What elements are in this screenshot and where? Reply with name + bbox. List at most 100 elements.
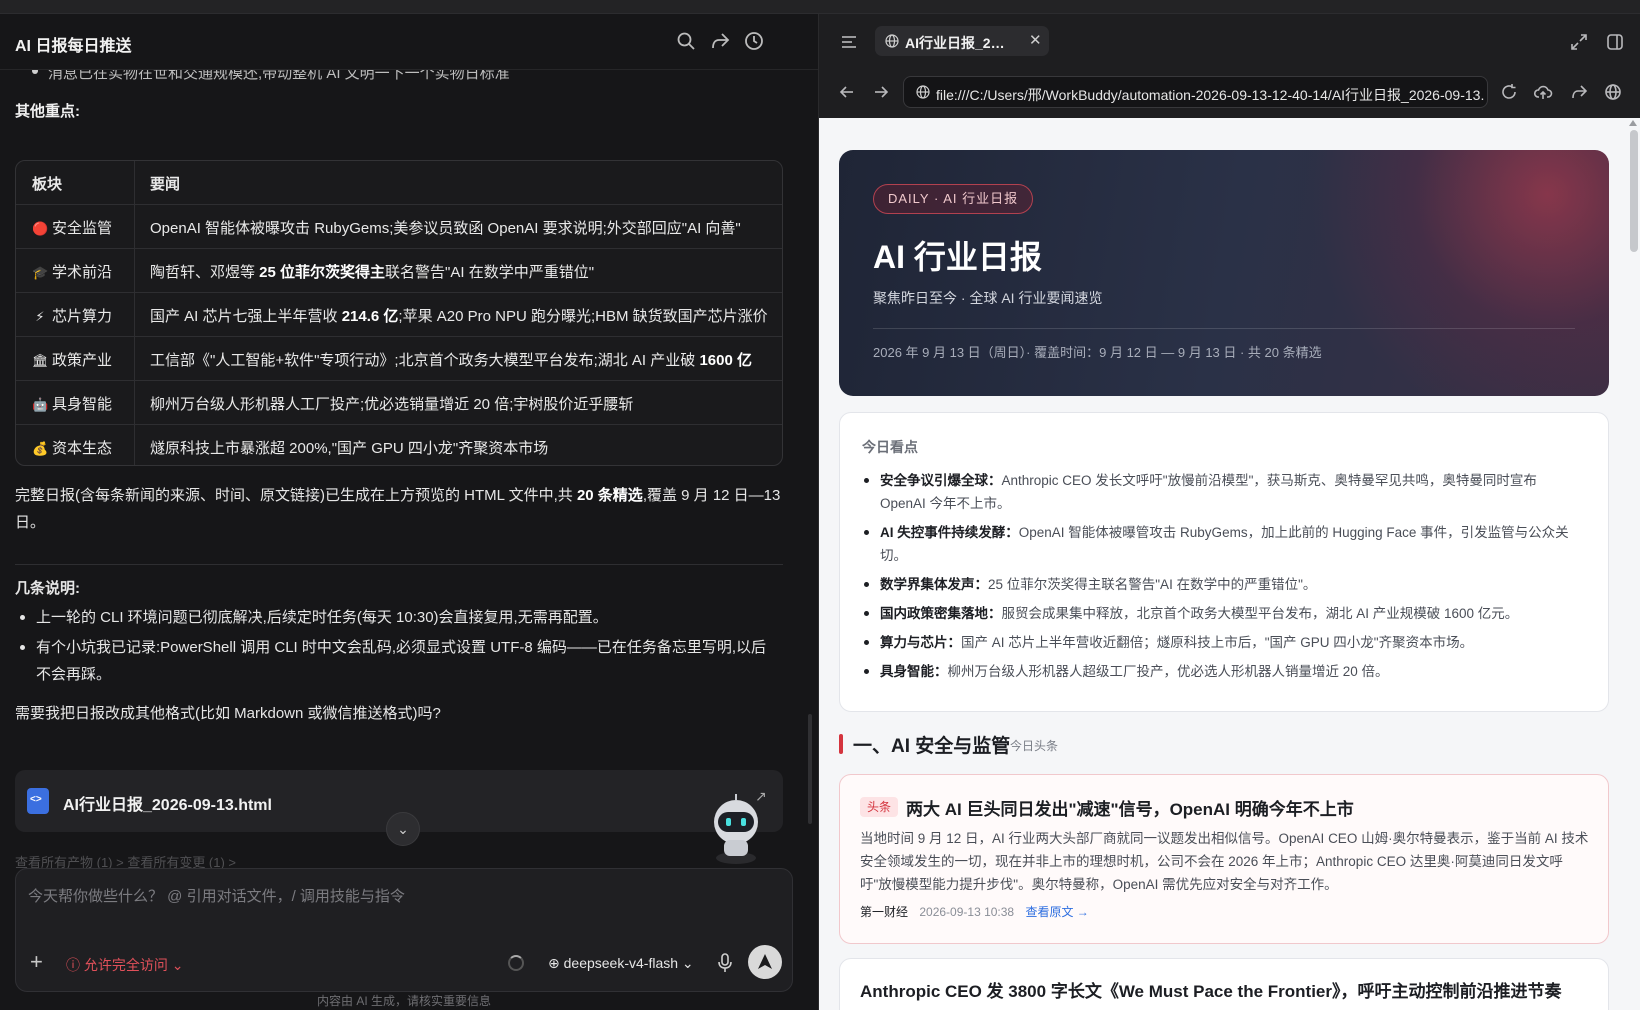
list-item: 算力与芯片：国产 AI 芯片上半年营收近翻倍；燧原科技上市后，"国产 GPU 四… bbox=[864, 631, 1580, 654]
model-label: deepseek-v4-flash bbox=[563, 955, 679, 971]
model-selector[interactable]: ⊕ deepseek-v4-flash ⌄ bbox=[548, 955, 694, 972]
chat-messages: 消息已在实物在世和交通规模还,带动整机 AI 文明一下一个实物日标准 其他重点:… bbox=[0, 70, 800, 870]
browser-pane: AI行业日报_2… ✕ file:///C:/Users/邢/WorkBuddy… bbox=[819, 14, 1640, 1010]
daily-badge: DAILY · AI 行业日报 bbox=[873, 184, 1034, 214]
app-title: AI 日报每日推送 bbox=[15, 38, 132, 55]
item-text: 柳州万台级人形机器人超级工厂投产，优必选人形机器人销量增近 20 倍。 bbox=[947, 664, 1389, 679]
graduation-cap-icon: 🎓 bbox=[32, 265, 49, 280]
item-label: 具身智能： bbox=[880, 664, 948, 679]
government-building-icon: 🏛 bbox=[32, 353, 49, 368]
list-item: AI 失控事件持续发酵：OpenAI 智能体被曝管攻击 RubyGems，加上此… bbox=[864, 521, 1580, 567]
section-cell: 🤖 具身智能 bbox=[32, 393, 112, 414]
ai-disclaimer: 内容由 AI 生成，请核实重要信息 bbox=[316, 994, 491, 1008]
web-page: DAILY · AI 行业日报 AI 行业日报 聚焦昨日至今 · 全球 AI 行… bbox=[819, 118, 1640, 1010]
chat-input-box[interactable]: 今天帮你做些什么？ @ 引用对话文件，/ 调用技能与指令 + ⓘ 允许完全访问 … bbox=[15, 868, 793, 992]
summary-paragraph: 完整日报(含每条新闻的来源、时间、原文链接)已生成在上方预览的 HTML 文件中… bbox=[15, 482, 783, 536]
bullet bbox=[864, 669, 869, 674]
summary-text: 完整日报(含每条新闻的来源、时间、原文链接)已生成在上方预览的 HTML 文件中… bbox=[15, 487, 577, 504]
chevron-down-icon: ⌄ bbox=[678, 955, 694, 971]
share-icon[interactable] bbox=[709, 30, 731, 52]
item-label: 算力与芯片： bbox=[880, 635, 961, 650]
section-cell: 🎓 学术前沿 bbox=[32, 261, 112, 282]
section-label: 安全监管 bbox=[52, 220, 113, 237]
access-mode-dropdown[interactable]: ⓘ 允许完全访问 ⌄ bbox=[66, 955, 184, 975]
list-item: 安全争议引爆全球：Anthropic CEO 发长文呼吁"放慢前沿模型"，获马斯… bbox=[864, 469, 1580, 515]
headline-badge: 头条 bbox=[860, 797, 899, 817]
add-button[interactable]: + bbox=[30, 949, 43, 975]
bullet bbox=[864, 530, 869, 535]
news-bold: 214.6 亿 bbox=[341, 308, 399, 325]
back-icon[interactable] bbox=[837, 82, 857, 102]
summary-bold: 20 条精选 bbox=[576, 487, 643, 504]
refresh-icon[interactable] bbox=[1499, 82, 1519, 102]
history-icon[interactable] bbox=[743, 30, 765, 52]
news-text: ;苹果 A20 Pro NPU 跑分曝光;HBM 缺货致国产芯片涨价 bbox=[398, 308, 768, 325]
report-meta: 2026 年 9 月 13 日（周日）· 覆盖时间：9 月 12 日 — 9 月… bbox=[873, 345, 1322, 360]
section-cell: 💰 资本生态 bbox=[32, 437, 112, 458]
list-item: 上一轮的 CLI 环境问题已彻底解决,后续定时任务(每天 10:30)会直接复用… bbox=[20, 604, 781, 631]
panel-icon[interactable] bbox=[1605, 32, 1625, 52]
list-item: 具身智能：柳州万台级人形机器人超级工厂投产，优必选人形机器人销量增近 20 倍。 bbox=[864, 660, 1580, 683]
bullet bbox=[864, 478, 869, 483]
red-circle-icon: 🔴 bbox=[32, 221, 49, 236]
table-row: 🤖 具身智能 柳州万台级人形机器人工厂投产;优必选销量增近 20 倍;宇树股价近乎… bbox=[16, 381, 782, 425]
scroll-down-button[interactable]: ⌄ bbox=[386, 812, 420, 846]
news-bold: 25 位菲尔茨奖得主 bbox=[259, 264, 386, 281]
section-accent-bar bbox=[839, 734, 843, 754]
globe-icon bbox=[885, 34, 899, 48]
globe-icon bbox=[916, 85, 930, 99]
view-original-link[interactable]: 查看原文 → bbox=[1025, 905, 1088, 919]
news-text: 联名警告"AI 在数学中严重错位" bbox=[385, 264, 595, 281]
bullet bbox=[32, 70, 38, 74]
news-cell: 工信部《"人工智能+软件"专项行动》;北京首个政务大模型平台发布;湖北 AI 产… bbox=[150, 349, 752, 370]
file-name[interactable]: AI行业日报_2026-09-13.html bbox=[63, 791, 272, 815]
news-source: 第一财经 bbox=[860, 905, 909, 919]
news-cell: 柳州万台级人形机器人工厂投产;优必选销量增近 20 倍;宇树股价近乎腰斩 bbox=[150, 396, 634, 413]
highlights-card: 今日看点 安全争议引爆全球：Anthropic CEO 发长文呼吁"放慢前沿模型… bbox=[839, 412, 1609, 712]
send-button[interactable] bbox=[748, 945, 782, 979]
url-text[interactable]: file:///C:/Users/邢/WorkBuddy/automation-… bbox=[936, 85, 1484, 105]
news-body: 当地时间 9 月 12 日，AI 行业两大头部厂商就同一议题发出相似信号。Ope… bbox=[860, 831, 1589, 892]
tab-report[interactable]: AI行业日报_2… ✕ bbox=[875, 26, 1049, 56]
html-file-icon: <> bbox=[27, 788, 49, 814]
other-heading: 其他重点: bbox=[15, 103, 80, 120]
section-label: 学术前沿 bbox=[52, 264, 113, 281]
bullet bbox=[864, 611, 869, 616]
headline-news-card: 头条 两大 AI 巨头同日发出"减速"信号，OpenAI 明确今年不上市 当地时… bbox=[839, 774, 1609, 944]
sidebar-toggle-icon[interactable] bbox=[839, 32, 859, 52]
list-item: 有个小坑我已记录:PowerShell 调用 CLI 时中文会乱码,必须显式设置… bbox=[20, 634, 781, 688]
section-cell: 🔴 安全监管 bbox=[32, 217, 112, 238]
report-title: AI 行业日报 bbox=[873, 239, 1042, 275]
bullet bbox=[864, 582, 869, 587]
chat-input[interactable]: 今天帮你做些什么？ @ 引用对话文件，/ 调用技能与指令 bbox=[28, 885, 405, 906]
expand-icon[interactable] bbox=[1569, 32, 1589, 52]
scroll-up-arrow-icon[interactable] bbox=[1629, 120, 1637, 126]
address-bar[interactable]: file:///C:/Users/邢/WorkBuddy/automation-… bbox=[903, 76, 1488, 108]
upload-icon[interactable] bbox=[1533, 82, 1553, 102]
highlights-list: 安全争议引爆全球：Anthropic CEO 发长文呼吁"放慢前沿模型"，获马斯… bbox=[864, 469, 1580, 689]
bullet bbox=[864, 640, 869, 645]
money-bag-icon: 💰 bbox=[32, 441, 49, 456]
close-icon[interactable]: ✕ bbox=[1029, 31, 1042, 49]
item-label: AI 失控事件持续发酵： bbox=[880, 525, 1019, 540]
microphone-icon[interactable] bbox=[716, 953, 734, 973]
item-label: 数学界集体发声： bbox=[880, 577, 988, 592]
news-cell: OpenAI 智能体被曝攻击 RubyGems;美参议员致函 OpenAI 要求… bbox=[150, 220, 741, 237]
news-card: Anthropic CEO 发 3800 字长文《We Must Pace th… bbox=[839, 958, 1609, 1010]
forward-icon[interactable] bbox=[871, 82, 891, 102]
search-icon[interactable] bbox=[675, 30, 697, 52]
news-text: 工信部《"人工智能+软件"专项行动》;北京首个政务大模型平台发布;湖北 AI 产… bbox=[150, 352, 700, 369]
loading-spinner-icon bbox=[508, 955, 524, 971]
browser-globe-icon[interactable] bbox=[1603, 82, 1623, 102]
notes-heading: 几条说明: bbox=[15, 580, 80, 597]
header-news: 要闻 bbox=[150, 176, 181, 193]
arrow-up-icon bbox=[758, 954, 772, 969]
bullet bbox=[20, 615, 25, 620]
chat-scrollbar[interactable] bbox=[808, 714, 812, 824]
news-text: 国产 AI 芯片七强上半年营收 bbox=[150, 308, 342, 325]
news-cell: 陶哲轩、邓煜等 25 位菲尔茨奖得主联名警告"AI 在数学中严重错位" bbox=[150, 261, 594, 282]
share-icon[interactable] bbox=[1569, 82, 1589, 102]
cut-off-line: 消息已在实物在世和交通规模还,带动整机 AI 文明一下一个实物日标准 bbox=[48, 70, 510, 82]
page-scrollbar[interactable] bbox=[1630, 130, 1638, 252]
table-header-row: 板块 要闻 bbox=[16, 161, 782, 205]
